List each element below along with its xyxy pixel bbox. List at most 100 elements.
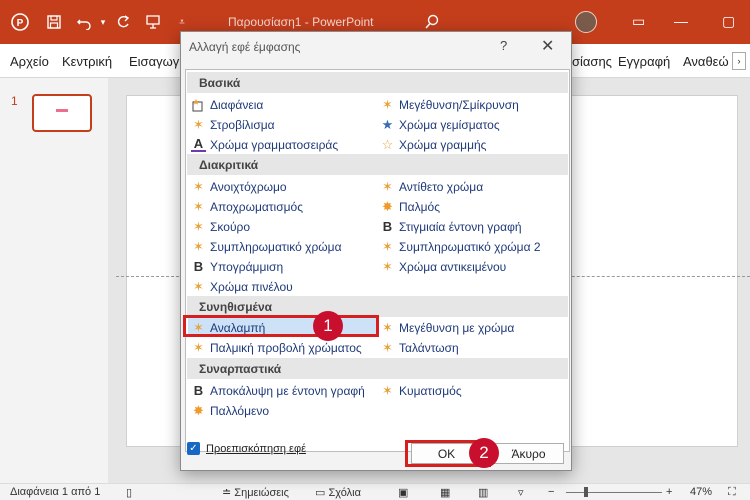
effects-list[interactable]: Βασικά Διαφάνεια ✶ Μεγέθυνση/Σμίκρυνση ✶ Σ… [185, 69, 570, 452]
effect-complementary-contrast[interactable]: ✶ Αντίθετο χρώμα [380, 177, 483, 196]
zoom-level[interactable]: 47% [690, 486, 712, 498]
effect-blink[interactable]: ✸ Παλλόμενο [191, 401, 269, 420]
effect-label: Υπογράμμιση [210, 259, 284, 274]
undo-dropdown-icon[interactable]: ▾ [93, 12, 113, 32]
slideshow-icon[interactable]: ▿ [518, 486, 524, 499]
effect-label: Χρώμα πινέλου [210, 279, 293, 294]
redo-icon[interactable] [113, 12, 133, 32]
thumbnail-content [56, 109, 68, 112]
effect-line-color[interactable]: ☆ Χρώμα γραμμής [380, 135, 487, 154]
effect-color-pulse[interactable]: ✶ Παλμική προβολή χρώματος [191, 338, 362, 357]
contrast-icon: ✶ [382, 178, 393, 194]
preview-effect-checkbox[interactable]: ✓ Προεπισκόπηση εφέ [187, 442, 306, 455]
effect-wave[interactable]: ✶ Κυματισμός [380, 381, 462, 400]
undo-icon[interactable] [74, 12, 94, 32]
notes-label: Σημειώσεις [234, 487, 289, 499]
close-icon[interactable]: ✕ [541, 36, 554, 56]
pulse-icon: ✸ [382, 198, 393, 214]
effect-label: Ανοιχτόχρωμο [210, 179, 287, 194]
slide-thumbnail-panel: 1 [0, 78, 108, 483]
effect-complementary-2[interactable]: ✶ Συμπληρωματικό χρώμα 2 [380, 237, 540, 256]
effect-label: Μεγέθυνση/Σμίκρυνση [399, 97, 519, 112]
transparency-icon [191, 97, 206, 112]
effect-grow-with-color[interactable]: ✶ Μεγέθυνση με χρώμα [380, 318, 514, 337]
fit-to-window-icon[interactable]: ⛶ [728, 486, 736, 499]
effect-label: Στιγμιαία έντονη γραφή [399, 219, 522, 234]
category-basic: Βασικά [187, 72, 568, 93]
effect-font-color[interactable]: A Χρώμα γραμματοσειράς [191, 135, 338, 154]
user-avatar[interactable] [575, 11, 597, 33]
cancel-button[interactable]: Άκυρο [493, 443, 564, 464]
grow-with-color-icon: ✶ [382, 319, 393, 335]
annotation-badge-1: 1 [313, 311, 343, 341]
accessibility-icon[interactable]: ▯ [126, 486, 132, 499]
effect-fill-color[interactable]: ★ Χρώμα γεμίσματος [380, 115, 500, 134]
reading-view-icon[interactable]: ▥ [478, 486, 488, 499]
search-icon[interactable] [422, 12, 442, 32]
save-icon[interactable] [44, 12, 64, 32]
zoom-out-icon[interactable]: − [548, 486, 554, 498]
bold-reveal-icon: B [193, 383, 204, 398]
effect-transparency[interactable]: Διαφάνεια [191, 95, 263, 114]
category-subtle: Διακριτικά [187, 154, 568, 175]
bold-flash-icon: B [382, 219, 393, 234]
tab-record[interactable]: Εγγραφή [618, 54, 670, 69]
lighten-icon: ✶ [193, 178, 204, 194]
effect-desaturate[interactable]: ✶ Αποχρωματισμός [191, 197, 303, 216]
zoom-in-icon[interactable]: + [666, 486, 672, 498]
dialog-title: Αλλαγή εφέ έμφασης [189, 40, 301, 54]
tab-insert[interactable]: Εισαγωγ [129, 54, 179, 69]
effect-darken[interactable]: ✶ Σκούρο [191, 217, 250, 236]
powerpoint-logo-icon: P [10, 12, 30, 32]
blink-icon: ✸ [193, 402, 204, 418]
effect-label: Ταλάντωση [399, 340, 459, 355]
svg-text:P: P [17, 18, 24, 29]
effect-complementary[interactable]: ✶ Συμπληρωματικό χρώμα [191, 237, 341, 256]
zoom-slider-thumb[interactable] [584, 487, 588, 497]
normal-view-icon[interactable]: ▣ [398, 486, 408, 499]
comments-button[interactable]: ▭ Σχόλια [315, 486, 361, 499]
effect-label: Χρώμα γραμματοσειράς [210, 137, 339, 152]
effect-label: Παλλόμενο [210, 403, 270, 418]
tab-review[interactable]: Αναθεώ [683, 54, 729, 69]
present-from-start-icon[interactable] [143, 12, 163, 32]
effect-object-color[interactable]: ✶ Χρώμα αντικειμένου [380, 257, 506, 276]
status-bar: Διαφάνεια 1 από 1 ▯ ≐ Σημειώσεις ▭ Σχόλι… [0, 483, 750, 500]
comments-icon: ▭ [315, 487, 329, 499]
tab-file[interactable]: Αρχείο [10, 54, 49, 69]
customize-toolbar-icon[interactable]: ⩡ [172, 12, 192, 32]
notes-button[interactable]: ≐ Σημειώσεις [222, 486, 289, 499]
comments-label: Σχόλια [328, 487, 361, 499]
annotation-highlight-flicker [183, 315, 379, 337]
effect-pulse[interactable]: ✸ Παλμός [380, 197, 440, 216]
darken-icon: ✶ [193, 218, 204, 234]
tab-home[interactable]: Κεντρική [62, 54, 112, 69]
effect-label: Αποχρωματισμός [210, 199, 303, 214]
effect-bold-reveal[interactable]: B Αποκάλυψη με έντονη γραφή [191, 381, 365, 400]
effect-label: Διαφάνεια [210, 97, 264, 112]
zoom-slider[interactable] [566, 492, 662, 493]
effect-underline[interactable]: B Υπογράμμιση [191, 257, 283, 276]
slide-sorter-icon[interactable]: ▦ [440, 486, 450, 499]
effect-grow-shrink[interactable]: ✶ Μεγέθυνση/Σμίκρυνση [380, 95, 519, 114]
maximize-icon[interactable]: ▢ [722, 13, 735, 30]
window-title: Παρουσίαση1 - PowerPoint [228, 15, 374, 29]
effect-label: Μεγέθυνση με χρώμα [399, 320, 515, 335]
underline-icon: B [193, 259, 204, 274]
slide-number: 1 [11, 94, 18, 108]
notes-icon: ≐ [222, 487, 235, 499]
slide-thumbnail[interactable] [32, 94, 92, 132]
effect-label: Στροβίλισμα [210, 117, 275, 132]
effect-spin[interactable]: ✶ Στροβίλισμα [191, 115, 275, 134]
tabs-scroll-right-icon[interactable]: › [732, 52, 746, 70]
ribbon-display-icon[interactable]: ▭ [632, 13, 645, 30]
minimize-icon[interactable]: — [674, 13, 688, 29]
teeter-icon: ✶ [382, 339, 393, 355]
effect-lighten[interactable]: ✶ Ανοιχτόχρωμο [191, 177, 287, 196]
tab-slideshow[interactable]: σίασης [572, 54, 612, 69]
effect-teeter[interactable]: ✶ Ταλάντωση [380, 338, 459, 357]
effect-bold-flash[interactable]: B Στιγμιαία έντονη γραφή [380, 217, 522, 236]
effect-label: Χρώμα γραμμής [399, 137, 487, 152]
effect-brush-color[interactable]: ✶ Χρώμα πινέλου [191, 277, 293, 296]
help-button[interactable]: ? [500, 38, 507, 53]
